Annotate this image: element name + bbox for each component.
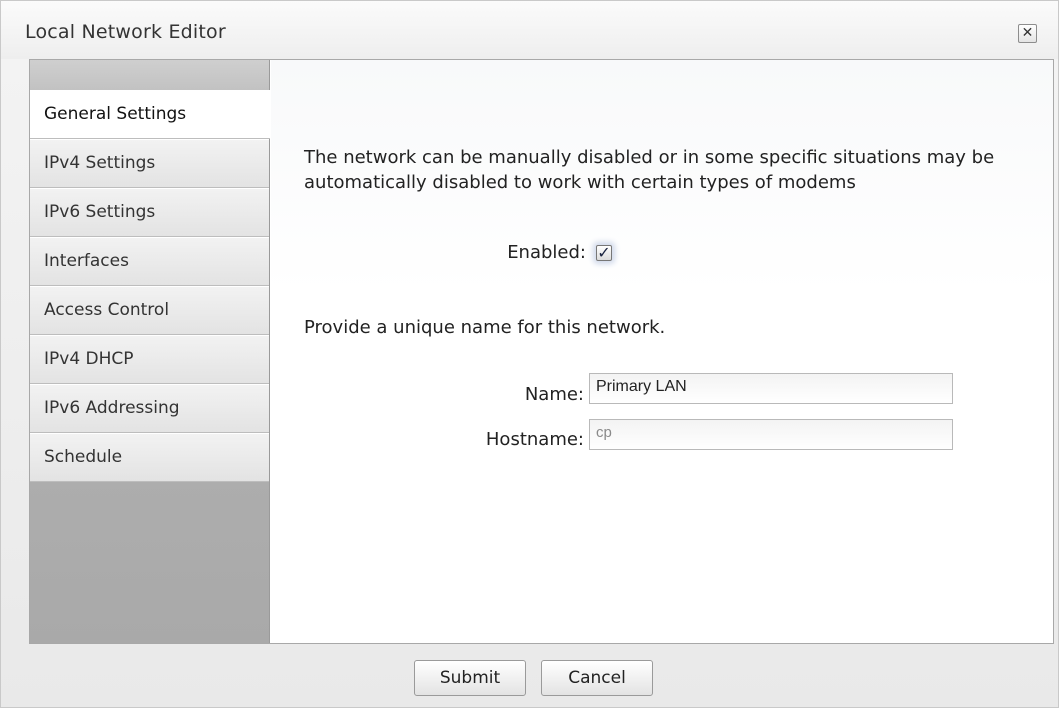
dialog-title: Local Network Editor (25, 21, 226, 43)
sidebar-item-ipv4-settings[interactable]: IPv4 Settings (30, 139, 269, 188)
name-field[interactable]: Primary LAN (589, 373, 953, 404)
hostname-label: Hostname: (485, 429, 584, 450)
name-label: Name: (524, 384, 584, 405)
sidebar-item-label: IPv6 Settings (44, 202, 156, 222)
enabled-label: Enabled: (507, 242, 586, 263)
sidebar-item-label: IPv4 DHCP (44, 349, 134, 369)
enabled-checkbox[interactable]: ✓ (596, 245, 612, 261)
sidebar-item-label: Schedule (44, 447, 123, 467)
sidebar-item-ipv6-settings[interactable]: IPv6 Settings (30, 188, 269, 237)
sidebar-item-label: IPv6 Addressing (44, 398, 180, 418)
sidebar-item-label: Access Control (44, 300, 170, 320)
sidebar: General Settings IPv4 Settings IPv6 Sett… (30, 60, 270, 643)
title-bar: Local Network Editor ✕ (1, 1, 1058, 59)
sidebar-item-access-control[interactable]: Access Control (30, 286, 269, 335)
sidebar-item-interfaces[interactable]: Interfaces (30, 237, 269, 286)
editor-body: General Settings IPv4 Settings IPv6 Sett… (29, 59, 1054, 644)
sidebar-item-label: Interfaces (44, 251, 129, 271)
cancel-button[interactable]: Cancel (541, 660, 653, 696)
close-button[interactable]: ✕ (1018, 24, 1037, 43)
disable-description: The network can be manually disabled or … (304, 147, 995, 193)
name-prompt: Provide a unique name for this network. (304, 317, 666, 338)
sidebar-item-ipv4-dhcp[interactable]: IPv4 DHCP (30, 335, 269, 384)
sidebar-item-general-settings[interactable]: General Settings (30, 90, 270, 139)
submit-button[interactable]: Submit (414, 660, 526, 696)
sidebar-item-label: IPv4 Settings (44, 153, 156, 173)
close-icon: ✕ (1021, 25, 1034, 41)
general-settings-panel: The network can be manually disabled or … (271, 60, 1053, 643)
local-network-editor-dialog: Local Network Editor ✕ General Settings … (0, 0, 1059, 708)
hostname-field[interactable]: cp (589, 419, 953, 450)
sidebar-item-ipv6-addressing[interactable]: IPv6 Addressing (30, 384, 269, 433)
checkmark-icon: ✓ (597, 243, 611, 262)
sidebar-item-label: General Settings (44, 104, 187, 124)
sidebar-header-strip (30, 60, 269, 90)
sidebar-item-schedule[interactable]: Schedule (30, 433, 269, 482)
